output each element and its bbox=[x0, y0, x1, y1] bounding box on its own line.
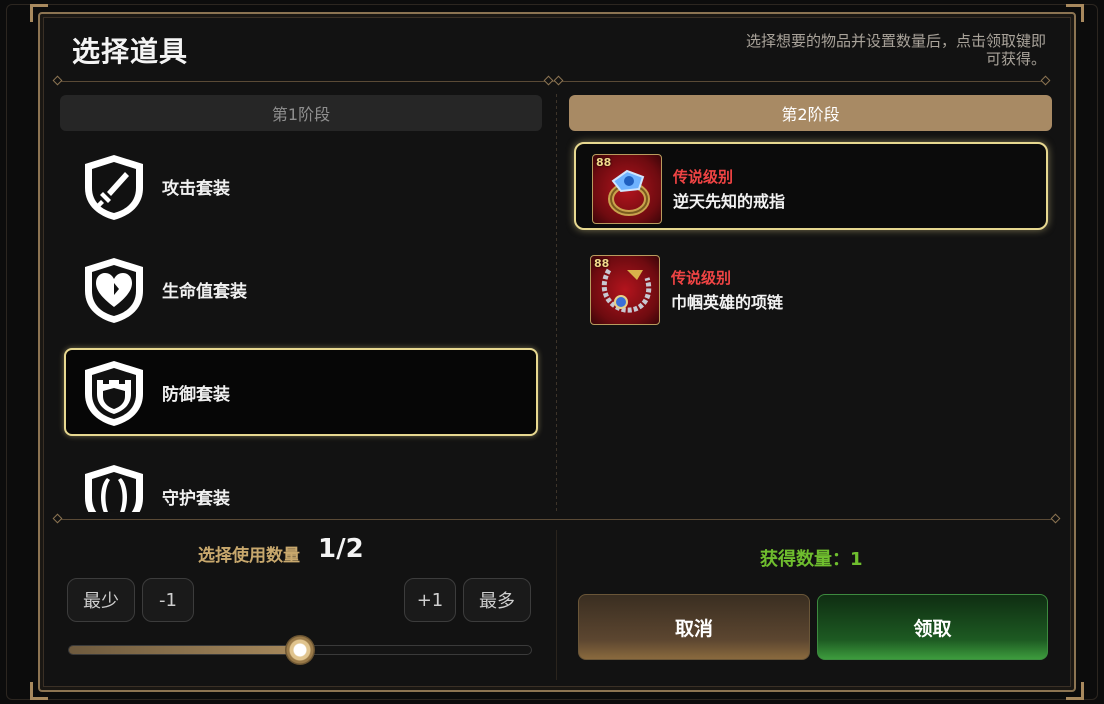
item-grade: 传说级别 bbox=[673, 168, 734, 186]
heart-shield-icon bbox=[85, 258, 143, 323]
tab-stage-2[interactable]: 第2阶段 bbox=[569, 95, 1052, 131]
set-item-guard[interactable]: 守护套装 bbox=[64, 450, 538, 512]
gain-count: 获得数量：1 bbox=[760, 549, 863, 570]
set-item-attack[interactable]: 攻击套装 bbox=[64, 142, 538, 230]
minus-one-button-label: -1 bbox=[159, 589, 177, 611]
quantity-slider[interactable] bbox=[68, 635, 532, 665]
max-button[interactable]: 最多 bbox=[463, 578, 531, 622]
set-item-defense[interactable]: 防御套装 bbox=[64, 348, 538, 436]
cancel-button-label: 取消 bbox=[674, 617, 713, 640]
frame-corner bbox=[30, 4, 48, 22]
minus-one-button[interactable]: -1 bbox=[142, 578, 194, 622]
bottom-column-divider bbox=[556, 530, 557, 680]
tab-stage-1[interactable]: 第1阶段 bbox=[60, 95, 542, 131]
column-divider bbox=[556, 94, 557, 512]
frame-corner bbox=[1066, 682, 1084, 700]
tab-stage-2-label: 第2阶段 bbox=[781, 105, 840, 124]
max-button-label: 最多 bbox=[479, 591, 515, 612]
set-item-label: 生命值套装 bbox=[162, 281, 247, 302]
quantity-value: 1/2 bbox=[318, 534, 364, 564]
game-window: 选择道具 选择想要的物品并设置数量后，点击领取键即可获得。 第1阶段 第2阶段 … bbox=[0, 0, 1104, 704]
frame-corner bbox=[30, 682, 48, 700]
plus-one-button-label: +1 bbox=[416, 589, 444, 611]
quantity-label: 选择使用数量 bbox=[198, 546, 300, 566]
item-card-ring[interactable]: 88 传说级别 逆天先知的戒指 bbox=[574, 142, 1048, 230]
item-name: 逆天先知的戒指 bbox=[673, 192, 786, 211]
sword-shield-icon bbox=[85, 155, 143, 220]
claim-button-label: 领取 bbox=[913, 617, 952, 640]
set-item-health[interactable]: 生命值套装 bbox=[64, 245, 538, 333]
set-item-label: 攻击套装 bbox=[162, 178, 230, 199]
quantity-slider-handle[interactable] bbox=[285, 635, 315, 665]
item-grade: 传说级别 bbox=[671, 269, 732, 287]
guard-shield-icon bbox=[85, 465, 143, 512]
item-level-badge: 88 bbox=[596, 156, 612, 169]
item-level-badge: 88 bbox=[594, 257, 610, 270]
quantity-slider-fill bbox=[69, 646, 300, 654]
min-button[interactable]: 最少 bbox=[67, 578, 135, 622]
set-item-label: 防御套装 bbox=[162, 384, 230, 405]
item-card-necklace[interactable]: 88 传说级别 巾帼英雄的项链 bbox=[574, 245, 1048, 333]
plus-one-button[interactable]: +1 bbox=[404, 578, 456, 622]
set-item-label: 守护套装 bbox=[162, 489, 230, 509]
claim-button[interactable]: 领取 bbox=[817, 594, 1048, 660]
defense-shield-icon bbox=[85, 361, 143, 426]
dialog-hint: 选择想要的物品并设置数量后，点击领取键即可获得。 bbox=[746, 32, 1047, 68]
cancel-button[interactable]: 取消 bbox=[578, 594, 810, 660]
frame-corner bbox=[1066, 4, 1084, 22]
necklace-icon: 88 bbox=[590, 255, 660, 325]
min-button-label: 最少 bbox=[83, 591, 119, 612]
dialog-title: 选择道具 bbox=[72, 35, 189, 68]
item-name: 巾帼英雄的项链 bbox=[671, 293, 784, 312]
ring-icon: 88 bbox=[592, 154, 662, 224]
divider-bottom bbox=[58, 519, 1058, 520]
tab-stage-1-label: 第1阶段 bbox=[271, 105, 331, 124]
